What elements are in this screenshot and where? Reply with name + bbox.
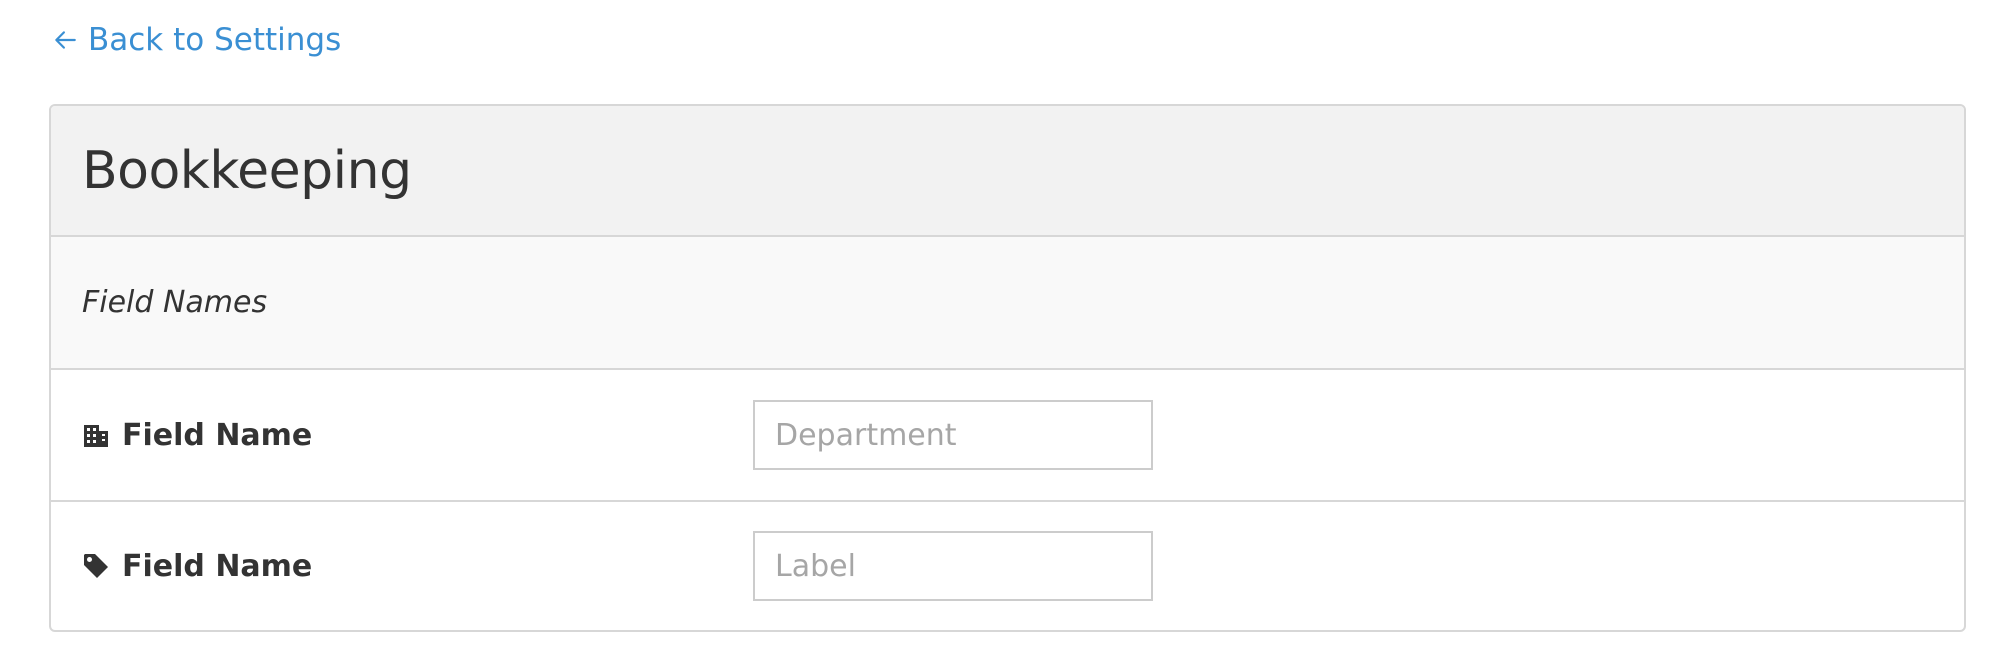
- field-label-label: Field Name: [82, 549, 312, 584]
- section-header: Field Names: [51, 237, 1964, 370]
- field-name-label: Field Name: [122, 548, 313, 584]
- arrow-left-icon: [55, 31, 76, 49]
- tag-icon: [84, 554, 108, 578]
- section-label: Field Names: [82, 285, 268, 320]
- bookkeeping-settings-page: Back to Settings Bookkeeping Field Names: [0, 0, 2000, 647]
- field-row-label: Field Name: [51, 502, 1964, 630]
- bookkeeping-panel: Bookkeeping Field Names Field Name Depar…: [49, 104, 1966, 632]
- panel-header: Bookkeeping: [51, 106, 1964, 237]
- building-icon: [84, 425, 108, 447]
- back-link-label: Back to Settings: [88, 22, 342, 58]
- field-label-department: Field Name: [82, 418, 312, 453]
- label-field-input[interactable]: [753, 531, 1153, 601]
- back-to-settings-link[interactable]: Back to Settings: [52, 22, 341, 58]
- page-title: Bookkeeping: [82, 140, 412, 201]
- field-row-department: Field Name: [51, 370, 1964, 502]
- department-field-input[interactable]: [753, 400, 1153, 470]
- field-name-label: Field Name: [122, 417, 313, 453]
